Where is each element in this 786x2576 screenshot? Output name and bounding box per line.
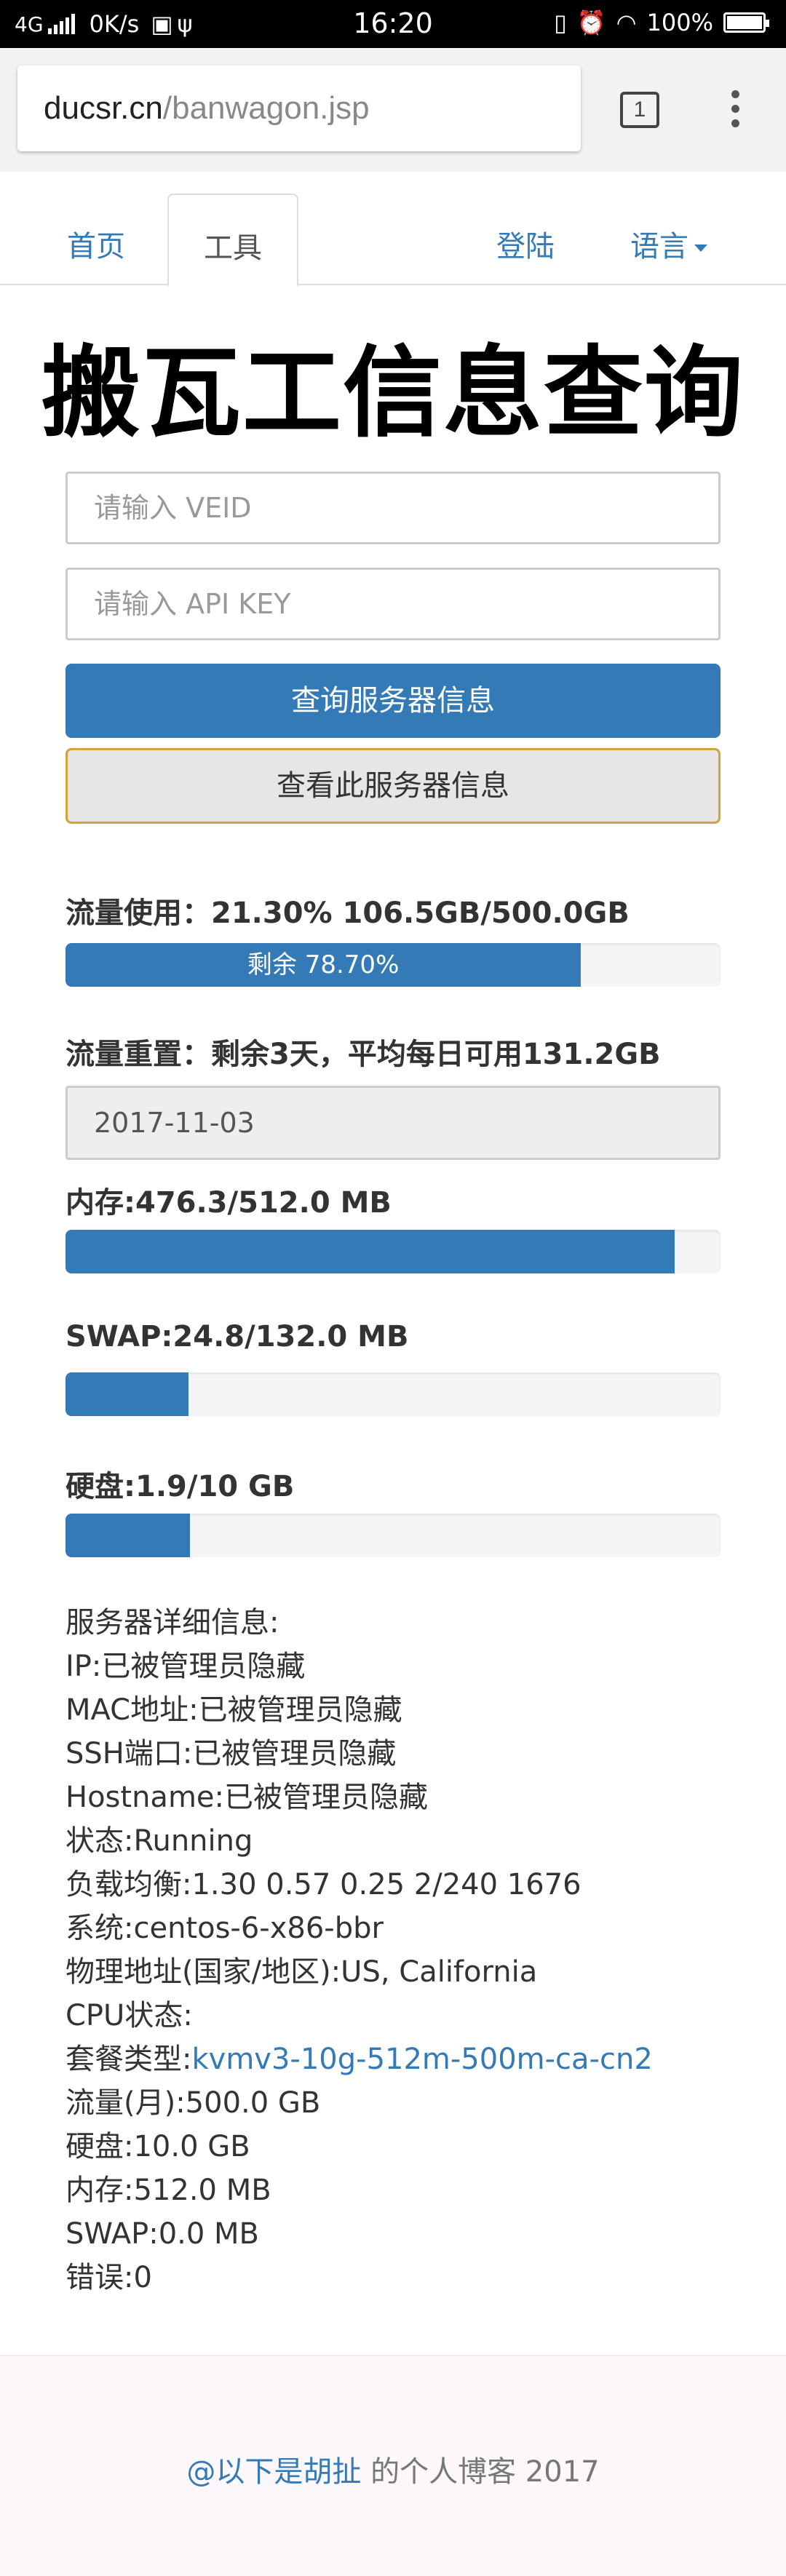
detail-cpu: CPU状态: <box>66 1999 193 2032</box>
swap-progress <box>66 1372 720 1416</box>
status-bar: 4G 0K/s ▣ ψ 16:20 ▯ ⏰ ◠ 100% <box>0 0 786 48</box>
url-path: /banwagon.jsp <box>162 90 370 126</box>
detail-disk: 硬盘:10.0 GB <box>66 2130 250 2163</box>
nav-language-dropdown[interactable]: 语言 <box>630 223 707 265</box>
footer-text: @以下是胡扯 的个人博客 2017 <box>0 2448 786 2490</box>
detail-status: 状态:Running <box>66 1824 253 1858</box>
apikey-input[interactable]: 请输入 API KEY <box>66 568 720 640</box>
detail-error: 错误:0 <box>66 2261 152 2294</box>
details-heading: 服务器详细信息: <box>66 1606 279 1639</box>
disk-progress-bar <box>66 1514 190 1557</box>
traffic-remaining-text: 剩余 78.70% <box>247 950 400 979</box>
nav-language-label: 语言 <box>630 230 688 263</box>
status-right: ▯ ⏰ ◠ 100% <box>554 9 769 36</box>
query-server-button[interactable]: 查询服务器信息 <box>66 664 720 738</box>
veid-input[interactable]: 请输入 VEID <box>66 472 720 544</box>
detail-memory: 内存:512.0 MB <box>66 2174 271 2207</box>
detail-traffic-month: 流量(月):500.0 GB <box>66 2086 321 2120</box>
disk-label: 硬盘:1.9/10 GB <box>66 1470 295 1503</box>
site-nav: 首页 工具 登陆 语言 <box>0 175 786 287</box>
disk-progress <box>66 1514 720 1557</box>
memory-progress-bar <box>66 1230 675 1273</box>
nav-tools-tab[interactable]: 工具 <box>167 194 298 287</box>
battery-percent: 100% <box>646 9 713 36</box>
footer-suffix: 的个人博客 2017 <box>361 2455 600 2489</box>
swap-progress-bar <box>66 1372 189 1416</box>
nav-login[interactable]: 登陆 <box>496 223 555 265</box>
server-details: 服务器详细信息: IP:已被管理员隐藏 MAC地址:已被管理员隐藏 SSH端口:… <box>66 1601 720 2299</box>
chevron-down-icon <box>694 245 707 252</box>
traffic-reset-label: 流量重置：剩余3天，平均每日可用131.2GB <box>66 1038 661 1071</box>
author-link[interactable]: @以下是胡扯 <box>186 2455 361 2489</box>
detail-location: 物理地址(国家/地区):US, California <box>66 1955 538 1989</box>
traffic-progress: 剩余 78.70% <box>66 943 720 987</box>
detail-plan-label: 套餐类型: <box>66 2043 192 2076</box>
view-server-button[interactable]: 查看此服务器信息 <box>66 748 720 824</box>
memory-progress <box>66 1230 720 1273</box>
detail-plan: 套餐类型:kvmv3-10g-512m-500m-ca-cn2 <box>66 2038 720 2081</box>
detail-swap: SWAP:0.0 MB <box>66 2217 259 2251</box>
detail-os: 系统:centos-6-x86-bbr <box>66 1912 384 1945</box>
page-title: 搬瓦工信息查询 <box>41 335 745 451</box>
traffic-usage-label: 流量使用：21.30% 106.5GB/500.0GB <box>66 897 630 930</box>
vibrate-icon: ▯ <box>554 9 567 36</box>
memory-label: 内存:476.3/512.0 MB <box>66 1186 392 1220</box>
traffic-progress-bar: 剩余 78.70% <box>66 943 581 987</box>
browser-toolbar: ducsr.cn/banwagon.jsp 1 <box>0 48 786 172</box>
detail-mac: MAC地址:已被管理员隐藏 <box>66 1693 402 1727</box>
nav-home[interactable]: 首页 <box>67 223 125 265</box>
url-domain: ducsr.cn <box>44 90 163 126</box>
reset-date-field: 2017-11-03 <box>66 1086 720 1160</box>
wifi-icon: ◠ <box>616 9 637 36</box>
tab-switcher-button[interactable]: 1 <box>620 92 659 128</box>
plan-link[interactable]: kvmv3-10g-512m-500m-ca-cn2 <box>191 2043 652 2076</box>
address-bar[interactable]: ducsr.cn/banwagon.jsp <box>17 65 581 151</box>
detail-ssh: SSH端口:已被管理员隐藏 <box>66 1737 397 1770</box>
alarm-icon: ⏰ <box>576 9 606 36</box>
footer: @以下是胡扯 的个人博客 2017 <box>0 2355 786 2576</box>
detail-hostname: Hostname:已被管理员隐藏 <box>66 1781 428 1814</box>
swap-label: SWAP:24.8/132.0 MB <box>66 1320 409 1353</box>
overflow-menu-icon[interactable] <box>726 90 744 134</box>
detail-ip: IP:已被管理员隐藏 <box>66 1650 306 1683</box>
detail-load: 负载均衡:1.30 0.57 0.25 2/240 1676 <box>66 1868 581 1901</box>
battery-icon <box>723 12 769 33</box>
